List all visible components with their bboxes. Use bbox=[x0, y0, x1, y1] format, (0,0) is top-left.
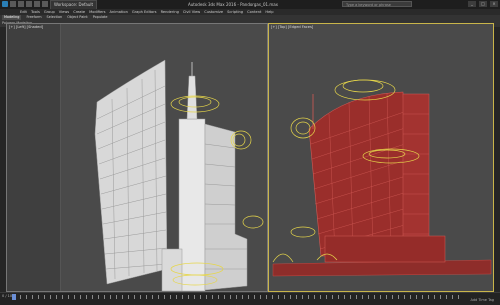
status-text[interactable]: Add Time Tag bbox=[471, 298, 495, 302]
viewport-left[interactable]: [+] [Left] [Shaded] bbox=[6, 23, 268, 292]
command-panel-strip bbox=[494, 27, 500, 292]
maximize-button[interactable]: □ bbox=[479, 1, 487, 7]
undo-icon[interactable] bbox=[34, 1, 40, 7]
new-icon[interactable] bbox=[10, 1, 16, 7]
app-icon[interactable] bbox=[2, 1, 8, 7]
close-button[interactable]: × bbox=[490, 1, 498, 7]
tab-selection[interactable]: Selection bbox=[47, 15, 63, 20]
tower-shaded-model bbox=[94, 59, 264, 291]
timeline-bar: 0 / 100 Add Time Tag bbox=[0, 292, 500, 305]
timeline-ticks[interactable] bbox=[20, 295, 460, 299]
quick-access-toolbar bbox=[10, 1, 48, 8]
viewport-right[interactable]: [+] [Top] [Edged Faces] bbox=[268, 23, 494, 292]
save-icon[interactable] bbox=[26, 1, 32, 7]
open-icon[interactable] bbox=[18, 1, 24, 7]
window-title: Autodesk 3ds Max 2016 - Pandorgas_01.max bbox=[188, 2, 279, 7]
tab-object-paint[interactable]: Object Paint bbox=[67, 15, 88, 20]
window-controls: _ □ × bbox=[468, 1, 498, 7]
time-slider-handle[interactable] bbox=[12, 294, 16, 300]
minimize-button[interactable]: _ bbox=[468, 1, 476, 7]
tab-populate[interactable]: Populate bbox=[93, 15, 108, 20]
tower-wireframe-model bbox=[272, 79, 492, 277]
search-input[interactable]: Type a keyword or phrase bbox=[342, 1, 412, 7]
redo-icon[interactable] bbox=[42, 1, 48, 7]
